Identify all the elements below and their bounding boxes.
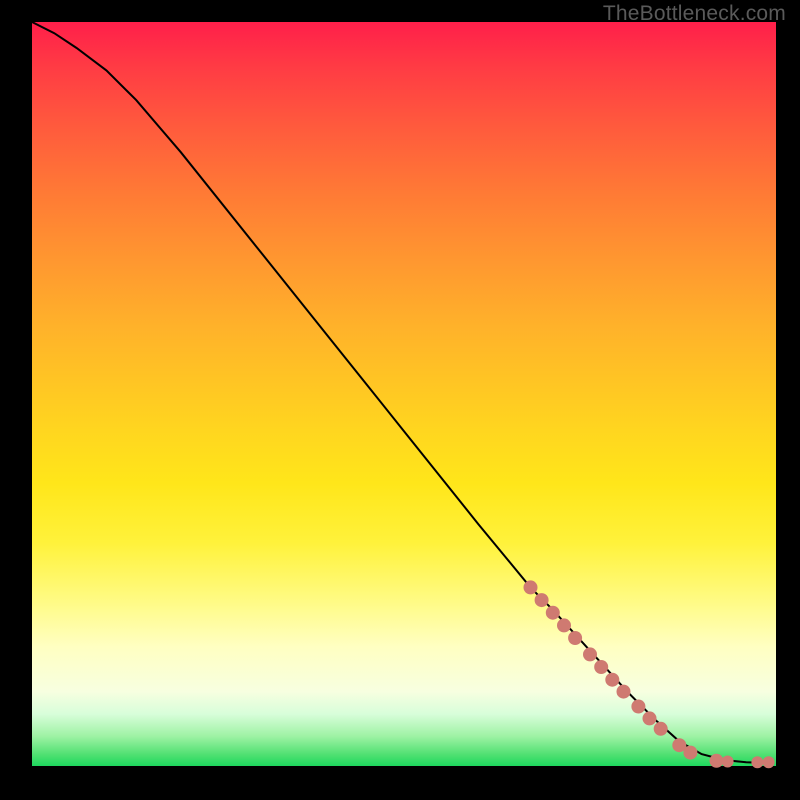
plot-area [32, 22, 776, 766]
chart-svg [32, 22, 776, 766]
sample-point [683, 746, 697, 760]
sample-point [546, 606, 560, 620]
sample-point [631, 700, 645, 714]
sample-point [617, 685, 631, 699]
sample-point [524, 580, 538, 594]
sample-point [751, 756, 763, 768]
sample-point [594, 660, 608, 674]
sample-point [710, 754, 724, 768]
bottleneck-curve [32, 22, 769, 763]
sample-point [583, 647, 597, 661]
sample-point [605, 673, 619, 687]
sample-point [535, 593, 549, 607]
sample-point [643, 711, 657, 725]
sample-point [722, 756, 734, 768]
sample-point [763, 756, 775, 768]
sample-points-group [524, 580, 775, 768]
sample-point [568, 631, 582, 645]
sample-point [654, 722, 668, 736]
chart-stage: TheBottleneck.com [0, 0, 800, 800]
sample-point [557, 618, 571, 632]
